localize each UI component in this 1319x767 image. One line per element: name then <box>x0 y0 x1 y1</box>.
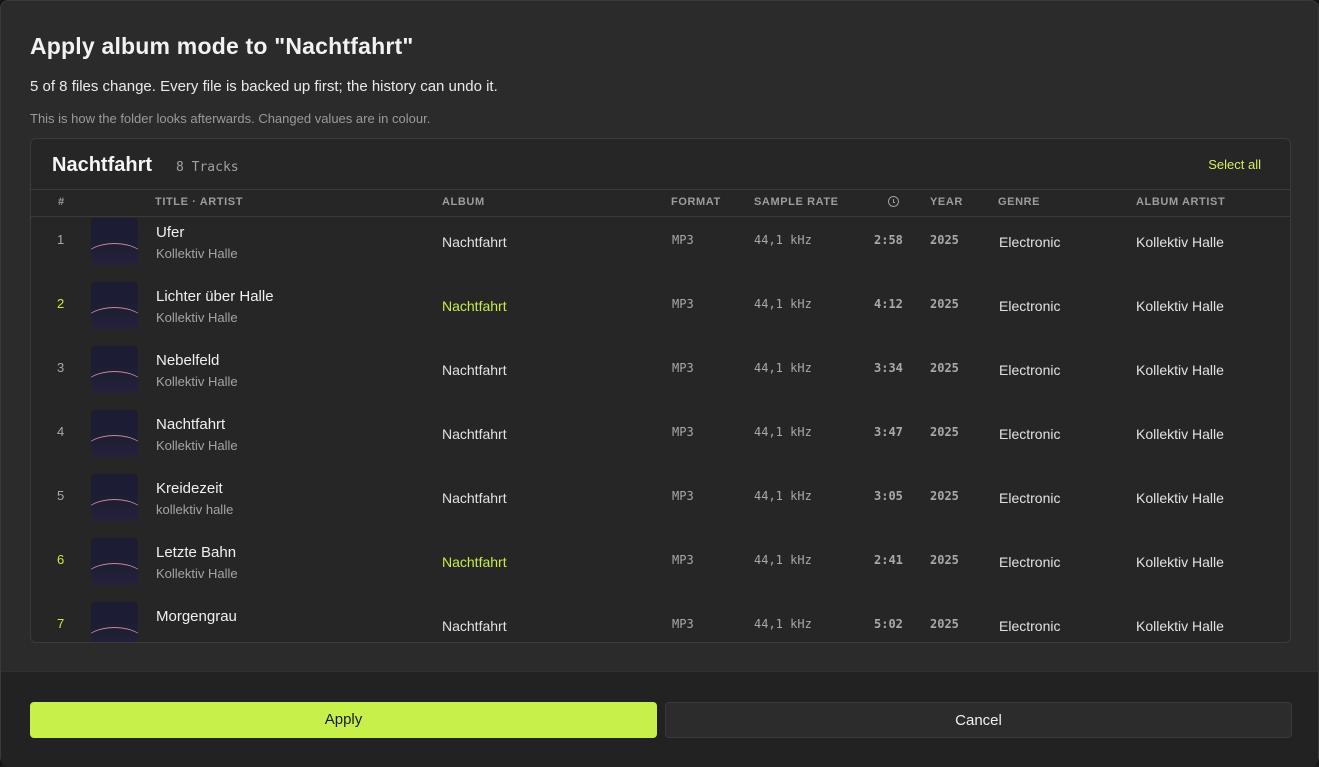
track-album-artist: Kollektiv Halle <box>1136 362 1224 378</box>
track-year: 2025 <box>930 425 959 439</box>
panel-header: Nachtfahrt 8 Tracks Select all <box>31 139 1290 190</box>
track-format: MP3 <box>672 489 694 503</box>
track-artist: Kollektiv Halle <box>156 374 238 389</box>
track-number: 2 <box>57 296 65 311</box>
track-title: Morgengrau <box>156 608 237 625</box>
track-album: Nachtfahrt <box>442 490 507 506</box>
track-title: Nachtfahrt <box>156 416 226 433</box>
track-duration: 3:47 <box>874 425 903 439</box>
track-format: MP3 <box>672 553 694 567</box>
track-album: Nachtfahrt <box>442 554 507 570</box>
track-artist: Kollektiv Halle <box>156 310 238 325</box>
dialog-hint: This is how the folder looks afterwards.… <box>30 111 431 126</box>
track-number: 5 <box>57 488 65 503</box>
track-year: 2025 <box>930 297 959 311</box>
track-sample-rate: 44,1 kHz <box>754 425 812 439</box>
track-number: 7 <box>57 616 65 631</box>
track-title: Letzte Bahn <box>156 544 237 561</box>
track-sample-rate: 44,1 kHz <box>754 361 812 375</box>
track-album-artist: Kollektiv Halle <box>1136 298 1224 314</box>
preview-panel: Nachtfahrt 8 Tracks Select all # TITLE ·… <box>30 138 1291 643</box>
album-name: Nachtfahrt <box>52 154 153 176</box>
track-artist: kollektiv halle <box>156 502 234 517</box>
table-row[interactable]: 6 Letzte Bahn Kollektiv Halle Nachtfahrt… <box>31 524 1290 588</box>
track-genre: Electronic <box>999 362 1061 378</box>
table-row[interactable]: 4 Nachtfahrt Kollektiv Halle Nachtfahrt … <box>31 396 1290 460</box>
track-number: 6 <box>57 552 65 567</box>
table-row[interactable]: 5 Kreidezeit kollektiv halle Nachtfahrt … <box>31 460 1290 524</box>
track-count: 8 Tracks <box>176 160 239 175</box>
track-genre: Electronic <box>999 298 1061 314</box>
select-all-link[interactable]: Select all <box>1208 157 1261 172</box>
dialog-footer: Apply Cancel <box>1 671 1318 767</box>
apply-album-mode-dialog: Apply album mode to "Nachtfahrt" 5 of 8 … <box>0 0 1319 767</box>
track-sample-rate: 44,1 kHz <box>754 617 812 631</box>
apply-button[interactable]: Apply <box>30 702 657 738</box>
dialog-subtitle: 5 of 8 files change. Every file is backe… <box>30 78 498 95</box>
track-duration: 3:34 <box>874 361 903 375</box>
track-duration: 2:58 <box>874 233 903 247</box>
track-title: Lichter über Halle <box>156 288 274 305</box>
track-title: Ufer <box>156 224 185 241</box>
track-sample-rate: 44,1 kHz <box>754 297 812 311</box>
track-album: Nachtfahrt <box>442 618 507 634</box>
track-album-artist: Kollektiv Halle <box>1136 426 1224 442</box>
track-artist: Kollektiv Halle <box>156 438 238 453</box>
track-title: Nebelfeld <box>156 352 220 369</box>
track-album: Nachtfahrt <box>442 298 507 314</box>
track-format: MP3 <box>672 617 694 631</box>
track-genre: Electronic <box>999 618 1061 634</box>
track-album-artist: Kollektiv Halle <box>1136 554 1224 570</box>
track-genre: Electronic <box>999 234 1061 250</box>
track-album-artist: Kollektiv Halle <box>1136 234 1224 250</box>
cancel-button[interactable]: Cancel <box>665 702 1292 738</box>
track-album: Nachtfahrt <box>442 234 507 250</box>
album-cover-thumbnail <box>91 282 138 329</box>
track-number: 1 <box>57 232 65 247</box>
album-cover-thumbnail <box>91 346 138 393</box>
track-sample-rate: 44,1 kHz <box>754 553 812 567</box>
album-cover-thumbnail <box>91 218 138 265</box>
track-duration: 5:02 <box>874 617 903 631</box>
album-cover-thumbnail <box>91 474 138 521</box>
table-row[interactable]: 1 Ufer Kollektiv Halle Nachtfahrt MP3 44… <box>31 204 1290 268</box>
track-artist: Kollektiv Halle <box>156 246 238 261</box>
track-format: MP3 <box>672 361 694 375</box>
track-duration: 4:12 <box>874 297 903 311</box>
track-genre: Electronic <box>999 426 1061 442</box>
table-row[interactable]: 3 Nebelfeld Kollektiv Halle Nachtfahrt M… <box>31 332 1290 396</box>
track-title: Kreidezeit <box>156 480 223 497</box>
track-sample-rate: 44,1 kHz <box>754 233 812 247</box>
track-album-artist: Kollektiv Halle <box>1136 490 1224 506</box>
track-album: Nachtfahrt <box>442 362 507 378</box>
track-number: 3 <box>57 360 65 375</box>
track-genre: Electronic <box>999 554 1061 570</box>
album-cover-thumbnail <box>91 410 138 457</box>
table-row[interactable]: 2 Lichter über Halle Kollektiv Halle Nac… <box>31 268 1290 332</box>
track-album: Nachtfahrt <box>442 426 507 442</box>
track-format: MP3 <box>672 425 694 439</box>
table-row[interactable]: 7 Morgengrau Nachtfahrt MP3 44,1 kHz 5:0… <box>31 588 1290 642</box>
dialog-title: Apply album mode to "Nachtfahrt" <box>30 33 414 59</box>
album-cover-thumbnail <box>91 602 138 642</box>
track-duration: 2:41 <box>874 553 903 567</box>
track-format: MP3 <box>672 233 694 247</box>
track-format: MP3 <box>672 297 694 311</box>
track-duration: 3:05 <box>874 489 903 503</box>
track-year: 2025 <box>930 361 959 375</box>
track-sample-rate: 44,1 kHz <box>754 489 812 503</box>
track-album-artist: Kollektiv Halle <box>1136 618 1224 634</box>
track-year: 2025 <box>930 233 959 247</box>
track-year: 2025 <box>930 489 959 503</box>
track-year: 2025 <box>930 553 959 567</box>
track-genre: Electronic <box>999 490 1061 506</box>
track-artist: Kollektiv Halle <box>156 566 238 581</box>
track-year: 2025 <box>930 617 959 631</box>
track-number: 4 <box>57 424 65 439</box>
album-cover-thumbnail <box>91 538 138 585</box>
